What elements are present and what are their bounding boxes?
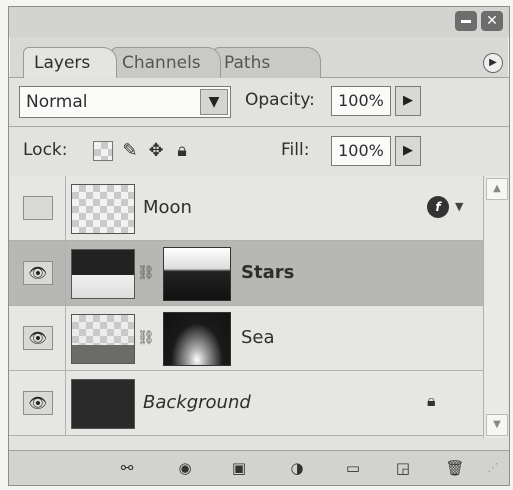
layer-thumbnail xyxy=(71,249,135,299)
layer-mask-thumbnail[interactable] xyxy=(163,247,231,301)
panel-toolbar: ⚯ ◉ ▣ ◑ ▭ ◲ 🗑︎ ⋰ xyxy=(9,450,509,485)
opacity-input[interactable]: 100% xyxy=(331,86,391,116)
fill-input[interactable]: 100% xyxy=(331,136,391,166)
expand-arrow-icon[interactable]: ▼ xyxy=(455,200,463,213)
lock-all-icon[interactable]: 🔒︎ xyxy=(171,140,193,162)
minimize-icon[interactable] xyxy=(455,11,477,31)
lock-row: Lock: ✎ ✥ 🔒︎ Fill: 100% ▶ xyxy=(9,128,509,174)
layer-row-stars[interactable]: 👁︎ ⛓︎ Stars xyxy=(9,241,483,306)
eye-icon[interactable]: 👁︎ xyxy=(23,261,53,285)
layer-thumbnail xyxy=(71,184,135,234)
layer-name[interactable]: Sea xyxy=(241,306,275,370)
tab-channels[interactable]: Channels xyxy=(111,47,221,78)
delete-layer-icon[interactable]: 🗑︎ xyxy=(443,457,467,479)
eye-icon[interactable]: 👁︎ xyxy=(23,326,53,350)
opacity-slider-button[interactable]: ▶ xyxy=(395,86,421,116)
chevron-down-icon[interactable]: ▼ xyxy=(200,89,228,115)
layers-panel: ✕ Layers Channels Paths ▶ Normal ▼ Opaci… xyxy=(8,6,510,486)
scroll-up-icon[interactable]: ▲ xyxy=(486,178,508,200)
fill-label: Fill: xyxy=(281,140,310,160)
blend-row: Normal ▼ Opacity: 100% ▶ xyxy=(9,78,509,124)
eye-icon[interactable]: 👁︎ xyxy=(23,391,53,415)
link-layers-icon[interactable]: ⚯ xyxy=(115,457,139,479)
layer-list: ● Moon f ▼ 👁︎ ⛓︎ Stars 👁︎ xyxy=(9,176,483,436)
mask-link-icon[interactable]: ⛓︎ xyxy=(137,328,155,348)
layer-mask-thumbnail[interactable] xyxy=(163,312,231,366)
layer-list-scrollbar[interactable]: ▲ ▼ xyxy=(483,176,508,438)
visibility-cell[interactable]: ● xyxy=(9,176,66,240)
adjustment-layer-icon[interactable]: ◑ xyxy=(285,457,309,479)
close-icon[interactable]: ✕ xyxy=(481,11,503,31)
layer-name[interactable]: Moon xyxy=(143,176,192,240)
mask-link-icon[interactable]: ⛓︎ xyxy=(137,263,155,283)
tab-paths[interactable]: Paths xyxy=(213,47,321,78)
layer-thumbnail xyxy=(71,379,135,429)
layer-style-icon[interactable]: f xyxy=(427,196,449,218)
panel-menu-icon[interactable]: ▶ xyxy=(483,53,503,73)
opacity-label: Opacity: xyxy=(245,90,315,110)
visibility-cell[interactable]: 👁︎ xyxy=(9,306,66,370)
scroll-down-icon[interactable]: ▼ xyxy=(486,414,508,436)
layer-row-sea[interactable]: 👁︎ ⛓︎ Sea xyxy=(9,306,483,371)
fill-slider-button[interactable]: ▶ xyxy=(395,136,421,166)
new-group-icon[interactable]: ▭ xyxy=(341,457,365,479)
layer-style-icon[interactable]: ◉ xyxy=(173,457,197,479)
layer-row-moon[interactable]: ● Moon f ▼ xyxy=(9,176,483,241)
lock-position-icon[interactable]: ✥ xyxy=(145,140,167,162)
tab-bar: Layers Channels Paths ▶ xyxy=(9,39,509,78)
panel-titlebar: ✕ xyxy=(9,7,509,37)
layer-name[interactable]: Stars xyxy=(241,241,294,305)
blend-mode-select[interactable]: Normal ▼ xyxy=(19,86,231,118)
panel-content: Normal ▼ Opacity: 100% ▶ Lock: ✎ ✥ 🔒︎ Fi… xyxy=(9,77,509,485)
add-mask-icon[interactable]: ▣ xyxy=(227,457,251,479)
divider xyxy=(9,126,509,127)
layer-thumbnail xyxy=(71,314,135,364)
new-layer-icon[interactable]: ◲ xyxy=(391,457,415,479)
eye-icon[interactable]: ● xyxy=(23,196,53,220)
lock-label: Lock: xyxy=(23,140,68,160)
layer-row-background[interactable]: 👁︎ Background 🔒︎ xyxy=(9,371,483,436)
layer-name[interactable]: Background xyxy=(143,371,251,435)
lock-icon: 🔒︎ xyxy=(427,391,436,410)
blend-mode-value: Normal xyxy=(26,92,88,112)
lock-image-pixels-icon[interactable]: ✎ xyxy=(119,140,141,162)
resize-grip-icon[interactable]: ⋰ xyxy=(481,457,505,479)
lock-transparent-pixels-icon[interactable] xyxy=(93,141,113,161)
tab-layers[interactable]: Layers xyxy=(23,47,117,78)
visibility-cell[interactable]: 👁︎ xyxy=(9,241,66,305)
visibility-cell[interactable]: 👁︎ xyxy=(9,371,66,435)
